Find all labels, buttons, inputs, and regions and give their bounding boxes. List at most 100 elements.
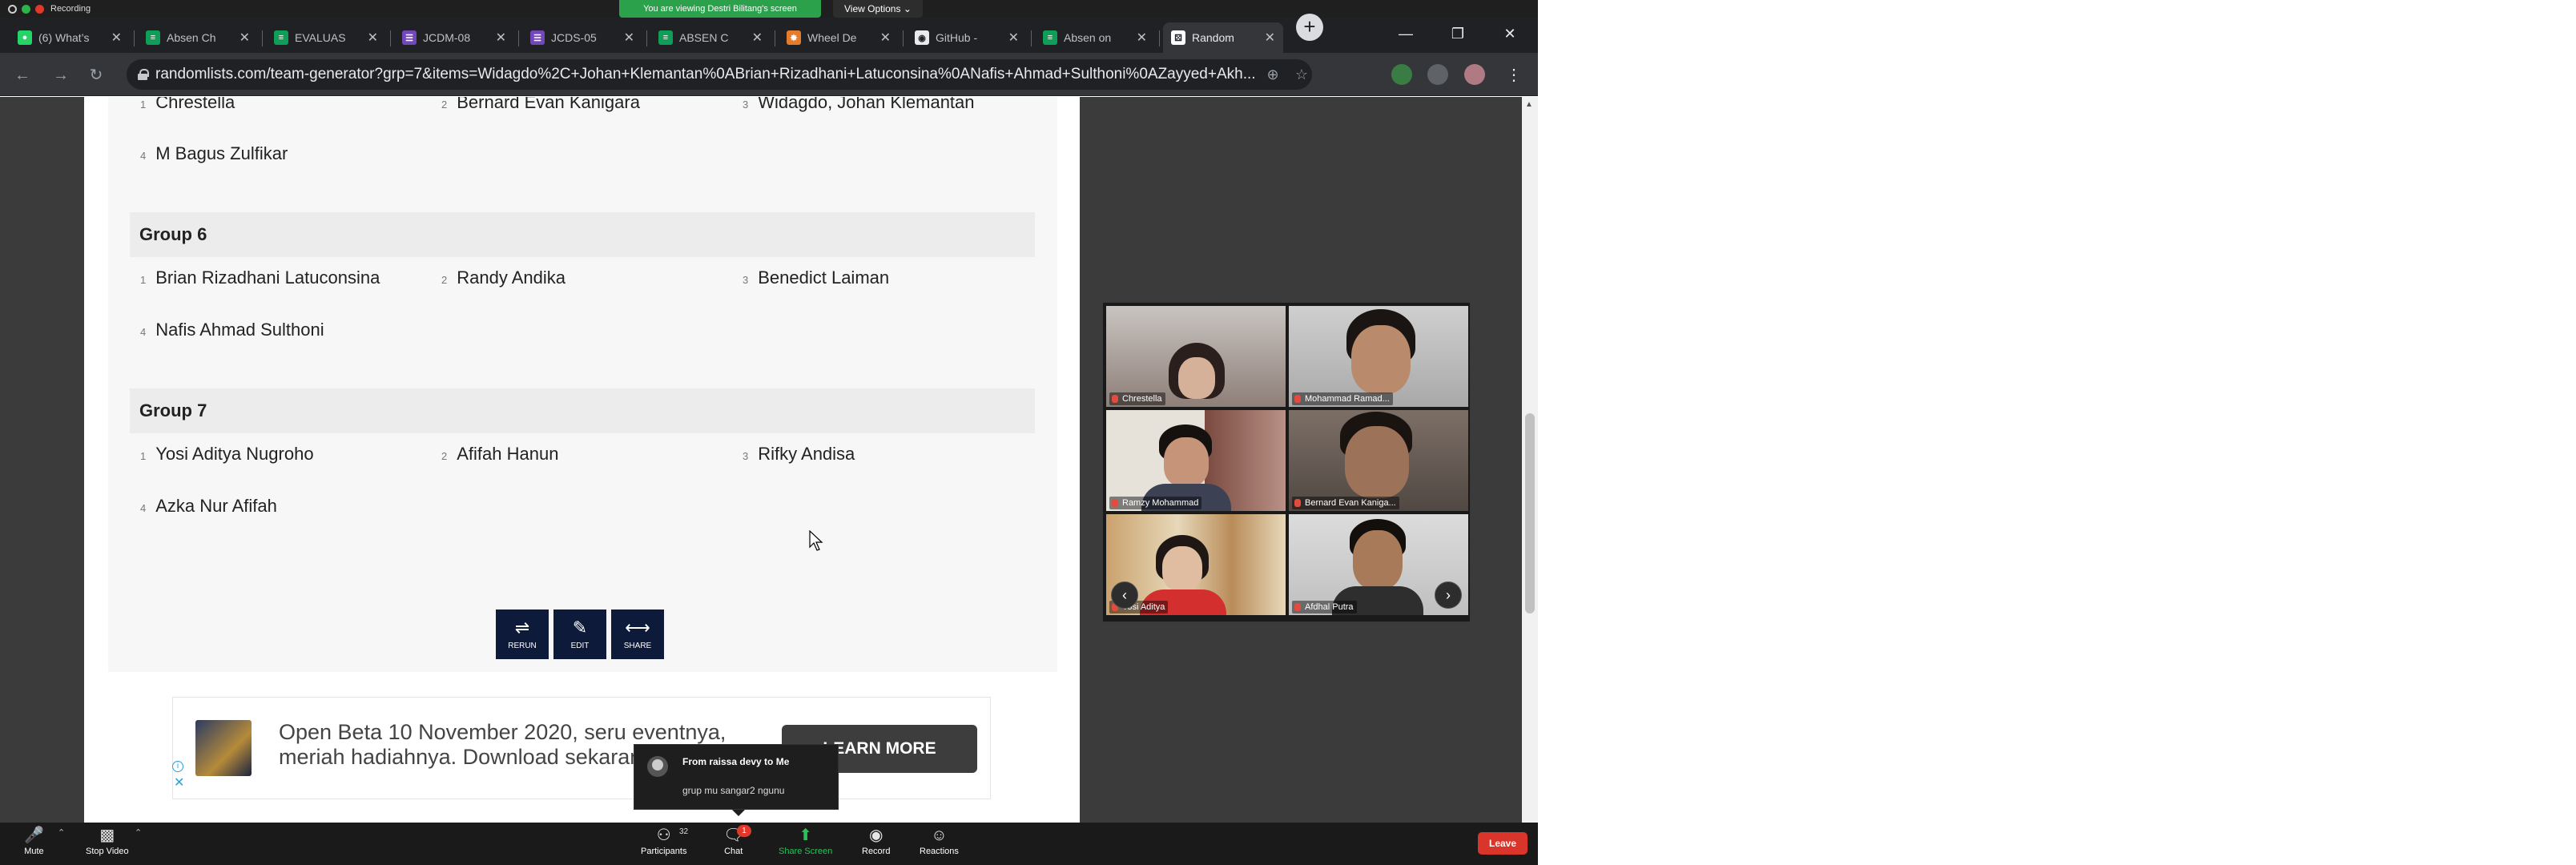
minimize-button[interactable]: —	[1382, 18, 1430, 50]
share-button[interactable]: ⟷ SHARE	[611, 610, 664, 659]
video-options-caret[interactable]: ⌃	[135, 827, 142, 838]
browser-tab[interactable]: ≡ Absen Ch ✕	[138, 22, 258, 53]
dice-icon: ⚄	[1171, 30, 1185, 45]
tab-title: GitHub -	[936, 31, 978, 44]
tab-title: EVALUAS	[295, 31, 346, 44]
tab-title: (6) What’s	[38, 31, 90, 44]
pencil-icon: ✎	[572, 617, 588, 638]
bookmark-star-icon[interactable]: ☆	[1291, 66, 1312, 83]
share-screen-button[interactable]: ⬆ Share Screen	[779, 827, 832, 856]
record-icon: ◉	[869, 827, 883, 844]
mute-button[interactable]: 🎤 Mute	[24, 827, 44, 856]
edit-button[interactable]: ✎ EDIT	[553, 610, 606, 659]
member-row: 3 Benedict Laiman	[743, 268, 890, 288]
gallery-next-button[interactable]: ›	[1435, 581, 1462, 609]
back-icon[interactable]: ←	[11, 64, 34, 86]
stop-video-button[interactable]: ▩ Stop Video	[86, 827, 129, 856]
shield-icon[interactable]	[22, 4, 30, 14]
browser-tab[interactable]: ≡ EVALUAS ✕	[266, 22, 386, 53]
tab-close-icon[interactable]: ✕	[880, 30, 891, 46]
tab-close-icon[interactable]: ✕	[1137, 30, 1147, 46]
browser-toolbar: ← → ↻ randomlists.com/team-generator?grp…	[0, 53, 1538, 96]
info-icon[interactable]	[8, 4, 17, 14]
group-7-heading: Group 7	[130, 388, 1035, 433]
shuffle-icon: ⇌	[514, 617, 530, 638]
record-button[interactable]: ◉ Record	[862, 827, 890, 856]
browser-tab[interactable]: ⚄ Random ✕	[1163, 22, 1283, 53]
action-buttons: ⇌ RERUN ✎ EDIT ⟷ SHARE	[496, 610, 664, 659]
puzzle-extensions-icon[interactable]	[1427, 64, 1448, 85]
browser-tab[interactable]: ☰ JCDM-08 ✕	[394, 22, 514, 53]
address-bar[interactable]: randomlists.com/team-generator?grp=7&ite…	[127, 59, 1312, 90]
video-tile[interactable]: Chrestella	[1106, 306, 1286, 407]
tab-close-icon[interactable]: ✕	[624, 30, 634, 46]
video-tile[interactable]: Bernard Evan Kaniga...	[1289, 410, 1468, 511]
browser-tab[interactable]: ◉ GitHub - ✕	[907, 22, 1027, 53]
chrome-menu-icon[interactable]: ⋮	[1503, 64, 1525, 86]
extension-icon[interactable]	[1391, 64, 1412, 85]
member-row: 1 Chrestella	[140, 97, 235, 112]
view-options-button[interactable]: View Options ⌄	[833, 0, 923, 18]
sheets-icon: ≡	[658, 30, 673, 45]
tab-title: Random	[1192, 31, 1234, 44]
browser-tab[interactable]: ≡ ABSEN C ✕	[650, 22, 771, 53]
reactions-button[interactable]: ☺ Reactions	[920, 827, 959, 856]
member-row: 2 Randy Andika	[441, 268, 566, 288]
page-scrollbar[interactable]: ▲	[1522, 97, 1538, 823]
participant-name: Ramzy Mohammad	[1109, 497, 1202, 509]
viewing-screen-label: You are viewing Destri Bilitang's screen	[619, 0, 821, 18]
advertisement[interactable]: Open Beta 10 November 2020, seru eventny…	[172, 697, 991, 799]
team-generator-page: 1 Chrestella 2 Bernard Evan Kanigara 3 W…	[84, 97, 1080, 823]
recording-label: Recording	[50, 4, 91, 14]
shared-screen: Recording You are viewing Destri Bilitan…	[0, 0, 1538, 865]
tab-title: JCDM-08	[423, 31, 471, 44]
notification-sender: From raissa devy to Me	[682, 756, 790, 767]
url-text[interactable]: randomlists.com/team-generator?grp=7&ite…	[155, 66, 1254, 83]
leave-button[interactable]: Leave	[1478, 832, 1527, 855]
tab-close-icon[interactable]: ✕	[752, 30, 763, 46]
member-row: 3 Rifky Andisa	[743, 444, 855, 464]
mute-options-caret[interactable]: ⌃	[58, 827, 65, 838]
profile-avatar[interactable]	[1464, 64, 1485, 85]
tab-close-icon[interactable]: ✕	[111, 30, 122, 46]
reload-icon[interactable]: ↻	[85, 64, 107, 86]
chat-notification[interactable]: From raissa devy to Me grup mu sangar2 n…	[634, 744, 839, 816]
zoom-toolbar: 🎤 Mute ⌃ ▩ Stop Video ⌃ ⚇ Participants 3…	[0, 823, 1538, 865]
restore-button[interactable]: ❐	[1434, 18, 1482, 50]
tab-title: ABSEN C	[679, 31, 729, 44]
install-icon[interactable]: ⊕	[1262, 66, 1283, 83]
video-tile[interactable]: Ramzy Mohammad	[1106, 410, 1286, 511]
ad-close-icon[interactable]: ✕	[174, 774, 184, 791]
lock-icon[interactable]	[138, 69, 149, 80]
browser-tab[interactable]: ✸ Wheel De ✕	[779, 22, 899, 53]
wheel-icon: ✸	[787, 30, 801, 45]
scroll-up-icon[interactable]: ▲	[1525, 100, 1533, 109]
mic-muted-icon	[1112, 499, 1118, 507]
video-gallery[interactable]: Chrestella Mohammad Ramad... Ramzy Moham…	[1101, 301, 1471, 623]
tab-close-icon[interactable]: ✕	[496, 30, 506, 46]
member-row: 1 Yosi Aditya Nugroho	[140, 444, 314, 464]
new-tab-button[interactable]: +	[1296, 14, 1323, 41]
participant-count: 32	[679, 827, 689, 836]
mouse-cursor-icon	[809, 530, 823, 551]
close-window-button[interactable]: ✕	[1486, 18, 1534, 50]
tab-close-icon[interactable]: ✕	[368, 30, 378, 46]
participant-name: Afdhal Putra	[1292, 601, 1357, 614]
browser-tab[interactable]: ● (6) What’s ✕	[10, 22, 130, 53]
rerun-button[interactable]: ⇌ RERUN	[496, 610, 549, 659]
ad-game-thumbnail[interactable]	[195, 720, 252, 776]
tab-close-icon[interactable]: ✕	[239, 30, 250, 46]
tab-close-icon[interactable]: ✕	[1265, 30, 1275, 46]
ad-info-icon[interactable]: i	[172, 761, 183, 772]
microphone-icon: 🎤	[24, 827, 44, 844]
mic-muted-icon	[1294, 395, 1301, 403]
tab-close-icon[interactable]: ✕	[1008, 30, 1019, 46]
member-row: 4 Nafis Ahmad Sulthoni	[140, 320, 324, 340]
browser-tab[interactable]: ≡ Absen on ✕	[1035, 22, 1155, 53]
video-tile[interactable]: Mohammad Ramad...	[1289, 306, 1468, 407]
participant-name: Chrestella	[1109, 392, 1165, 405]
browser-tab[interactable]: ☰ JCDS-05 ✕	[522, 22, 642, 53]
scrollbar-thumb[interactable]	[1525, 413, 1535, 614]
forward-icon[interactable]: →	[50, 64, 72, 86]
gallery-prev-button[interactable]: ‹	[1111, 581, 1138, 609]
